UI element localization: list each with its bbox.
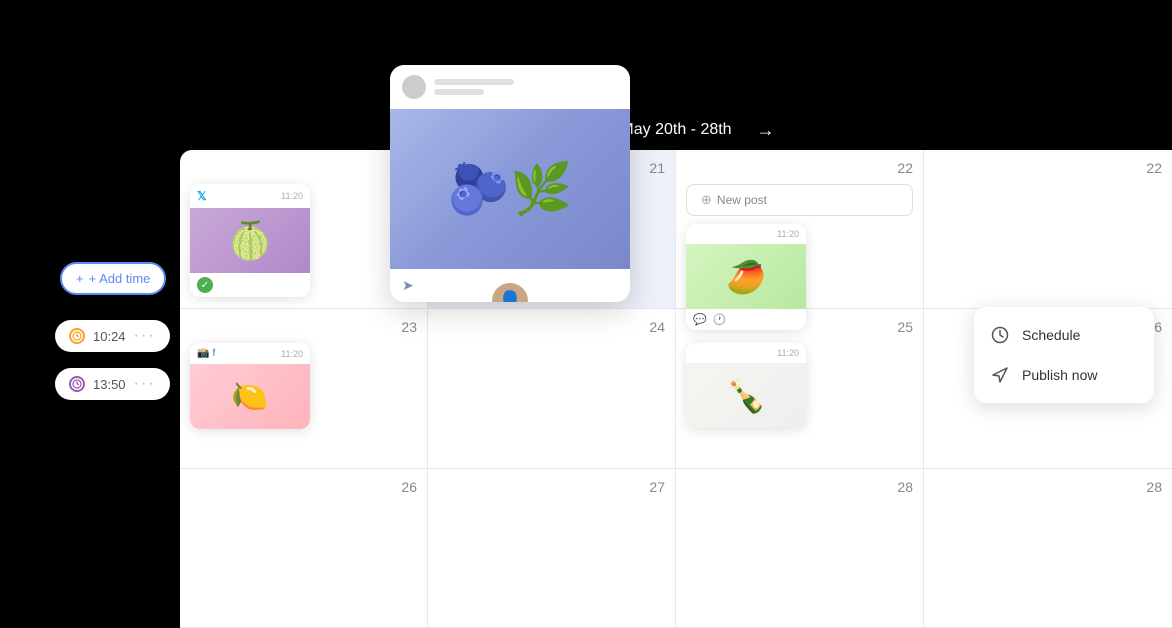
calendar-cell-22b: 22 bbox=[924, 150, 1172, 309]
instagram-icon: 📸 bbox=[197, 348, 209, 359]
calendar-cell-23: 23 📸 f 11:20 bbox=[180, 309, 428, 468]
post-time: 11:20 bbox=[281, 349, 303, 359]
post-card-citrus[interactable]: 📸 f 11:20 bbox=[190, 343, 310, 429]
new-post-button[interactable]: ⊕ New post bbox=[686, 184, 913, 216]
day-number-22: 22 bbox=[686, 160, 913, 176]
calendar-grid: 20 𝕏 11:20 ✓ 21 22 ⊕ bbox=[180, 150, 1172, 628]
dots-menu-1[interactable]: ··· bbox=[134, 327, 156, 345]
card-send-icon: ➤ bbox=[402, 277, 414, 294]
post-image-bottles bbox=[686, 363, 806, 428]
feature-card-image: 🫐🌿 bbox=[390, 109, 630, 269]
calendar-cell-27: 27 bbox=[428, 469, 676, 628]
post-card-header: 📸 f 11:20 bbox=[190, 343, 310, 364]
day-number-28b: 28 bbox=[934, 479, 1162, 495]
day-number-25: 25 bbox=[686, 319, 913, 335]
social-icons: 📸 f bbox=[197, 348, 215, 359]
text-line-1 bbox=[434, 79, 514, 85]
calendar-cell-26b: 26 bbox=[180, 469, 428, 628]
feature-card-avatar bbox=[402, 75, 426, 99]
post-time: 11:20 bbox=[777, 229, 799, 239]
feature-card-header bbox=[390, 65, 630, 109]
social-icons: 𝕏 bbox=[197, 189, 207, 203]
publish-now-label: Publish now bbox=[1022, 367, 1098, 383]
time-value-1: 10:24 bbox=[93, 329, 126, 344]
add-time-button[interactable]: + + Add time bbox=[60, 262, 166, 295]
feature-card-blueberry: 🫐🌿 ➤ 👤 bbox=[390, 65, 630, 302]
time-slot-1[interactable]: 10:24 ··· bbox=[55, 320, 170, 352]
day-number-27: 27 bbox=[438, 479, 665, 495]
calendar-cell-28b: 28 bbox=[924, 469, 1172, 628]
schedule-label: Schedule bbox=[1022, 327, 1080, 343]
post-card-melon[interactable]: 𝕏 11:20 ✓ bbox=[190, 184, 310, 297]
publish-now-menu-item[interactable]: Publish now bbox=[974, 355, 1154, 395]
time-value-2: 13:50 bbox=[93, 377, 126, 392]
day-number-23: 23 bbox=[190, 319, 417, 335]
plus-icon: + bbox=[76, 271, 84, 286]
post-card-header: 11:20 bbox=[686, 224, 806, 244]
post-time: 11:20 bbox=[281, 191, 303, 201]
post-image-citrus bbox=[190, 364, 310, 429]
plus-circle-icon: ⊕ bbox=[701, 192, 712, 208]
calendar-container: 20 𝕏 11:20 ✓ 21 22 ⊕ bbox=[180, 150, 1172, 628]
post-card-header: 11:20 bbox=[686, 343, 806, 363]
check-icon: ✓ bbox=[197, 277, 213, 293]
post-time: 11:20 bbox=[777, 348, 799, 358]
calendar-cell-26: 26 Schedule bbox=[924, 309, 1172, 468]
post-card-bottles[interactable]: 11:20 bbox=[686, 343, 806, 428]
date-range-title: May 20th - 28th bbox=[620, 121, 731, 139]
post-image-papaya bbox=[686, 244, 806, 309]
calendar-cell-28a: 28 bbox=[676, 469, 924, 628]
day-number-22b: 22 bbox=[934, 160, 1162, 176]
send-icon bbox=[990, 365, 1010, 385]
day-number-24: 24 bbox=[438, 319, 665, 335]
schedule-clock-icon bbox=[990, 325, 1010, 345]
facebook-icon: f bbox=[212, 348, 215, 359]
calendar-nav: ← May 20th - 28th → bbox=[180, 110, 1172, 150]
action-menu: Schedule Publish now bbox=[974, 307, 1154, 403]
day-number-20: 20 bbox=[190, 160, 417, 176]
schedule-menu-item[interactable]: Schedule bbox=[974, 315, 1154, 355]
new-post-label: New post bbox=[717, 193, 767, 207]
add-time-label: + Add time bbox=[89, 271, 151, 286]
day-number-28a: 28 bbox=[686, 479, 913, 495]
post-footer: ✓ bbox=[190, 273, 310, 297]
post-image-melon bbox=[190, 208, 310, 273]
next-nav-arrow[interactable]: → bbox=[752, 116, 780, 144]
dots-menu-2[interactable]: ··· bbox=[134, 375, 156, 393]
calendar-cell-24: 24 bbox=[428, 309, 676, 468]
clock-purple-icon bbox=[69, 376, 85, 392]
text-line-2 bbox=[434, 89, 484, 95]
calendar-cell-22a: 22 ⊕ New post 11:20 💬 🕐 bbox=[676, 150, 924, 309]
clock-orange-icon bbox=[69, 328, 85, 344]
day-number-26b: 26 bbox=[190, 479, 417, 495]
time-slot-2[interactable]: 13:50 ··· bbox=[55, 368, 170, 400]
twitter-icon: 𝕏 bbox=[197, 189, 207, 203]
post-card-header: 𝕏 11:20 bbox=[190, 184, 310, 208]
calendar-cell-25: 25 11:20 bbox=[676, 309, 924, 468]
feature-card-text-lines bbox=[434, 79, 514, 95]
